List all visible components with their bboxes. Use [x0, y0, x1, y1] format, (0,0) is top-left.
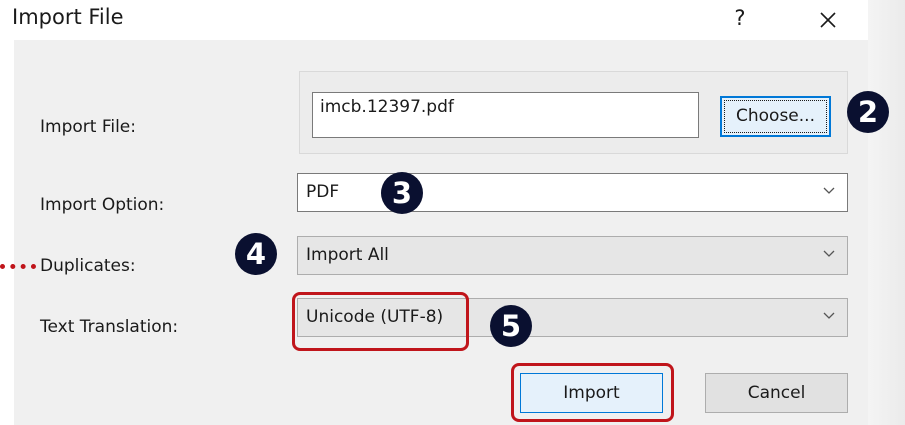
import-option-label: Import Option:: [40, 195, 165, 215]
close-icon: [820, 12, 836, 28]
page-edge-shading: [868, 0, 905, 425]
import-option-select[interactable]: PDF: [297, 173, 848, 212]
focus-rectangle: [724, 100, 827, 133]
dotted-pointer-line: [0, 264, 36, 270]
import-file-field[interactable]: imcb.12397.pdf: [312, 92, 699, 138]
step-marker-4: 4: [235, 233, 277, 275]
close-button[interactable]: [808, 3, 848, 37]
dialog-title: Import File: [12, 5, 124, 29]
duplicates-value: Import All: [306, 245, 389, 265]
duplicates-label: Duplicates:: [40, 256, 136, 276]
choose-button[interactable]: Choose...: [720, 96, 831, 137]
duplicates-select[interactable]: Import All: [297, 236, 848, 275]
chevron-down-icon: [823, 250, 835, 257]
import-button-highlight: [511, 363, 674, 422]
chevron-down-icon: [823, 187, 835, 194]
import-file-dialog: Import File ? Import File: imcb.12397.pd…: [0, 0, 868, 425]
step-marker-5: 5: [490, 305, 532, 347]
chevron-down-icon: [823, 312, 835, 319]
cancel-button[interactable]: Cancel: [705, 373, 848, 413]
text-translation-label: Text Translation:: [40, 317, 179, 337]
step-marker-2: 2: [847, 91, 889, 133]
text-translation-highlight: [292, 292, 469, 351]
import-file-label: Import File:: [40, 117, 136, 137]
import-option-value: PDF: [306, 182, 340, 202]
title-bar: Import File ?: [0, 0, 868, 40]
step-marker-3: 3: [381, 172, 423, 214]
help-button[interactable]: ?: [727, 3, 753, 33]
